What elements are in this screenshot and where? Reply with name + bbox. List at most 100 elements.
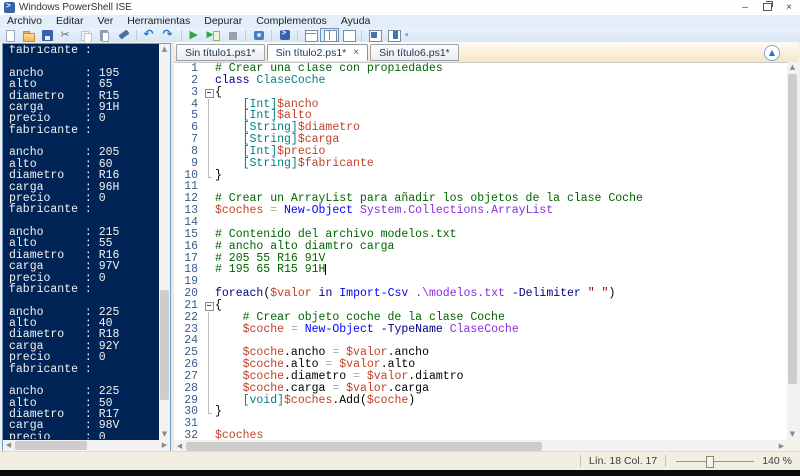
scroll-left-icon[interactable]: ◀	[3, 440, 14, 451]
fold-toggle-icon[interactable]	[203, 87, 215, 99]
toolbar-separator	[136, 29, 137, 41]
close-powershell-tab-button[interactable]	[384, 28, 403, 42]
undo-icon	[143, 27, 157, 42]
powershell-ise-window: Windows PowerShell ISE – × ArchivoEditar…	[0, 0, 800, 476]
tab-3[interactable]: Sin título6.ps1*	[370, 44, 459, 61]
cut-icon	[60, 28, 74, 42]
toolbar-separator	[297, 29, 298, 41]
code-line: 9 [String]$fabricante	[174, 156, 787, 170]
show-script-pane-right-button[interactable]	[320, 28, 339, 42]
console-output[interactable]: fabricante : ancho : 195 alto : 65 diame…	[9, 45, 158, 439]
tab-2[interactable]: Sin título2.ps1* ×	[266, 44, 369, 61]
run-script-button[interactable]	[185, 28, 204, 42]
zoom-slider-thumb[interactable]	[705, 456, 714, 468]
line-number: 4	[191, 97, 198, 111]
cursor-position: Lín. 18 Col. 17	[588, 455, 658, 467]
fold-margin	[203, 394, 215, 407]
show-script-pane-maximized-button[interactable]	[339, 28, 358, 42]
line-number: 8	[191, 144, 198, 158]
code-line: 10}	[174, 168, 787, 182]
run-selection-icon	[207, 29, 221, 42]
start-powershell-exe-button[interactable]	[275, 28, 294, 42]
stop-operation-icon	[226, 29, 240, 42]
tab-1[interactable]: Sin título1.ps1*	[176, 44, 265, 61]
code-text: $coche = New-Object -TypeName ClaseCoche	[242, 322, 519, 336]
fold-margin	[203, 276, 215, 288]
console-pane[interactable]: fabricante : ancho : 195 alto : 65 diame…	[2, 43, 171, 452]
line-number: 5	[191, 109, 198, 123]
stop-operation-button[interactable]	[223, 28, 242, 42]
code-line: 20 foreach($valor in Import-Csv .\modelos…	[174, 288, 787, 300]
fold-toggle-icon[interactable]	[203, 300, 215, 312]
scroll-up-icon[interactable]: ▲	[159, 44, 170, 55]
show-script-pane-top-button[interactable]	[301, 28, 320, 42]
zoom-level: 140 %	[762, 455, 792, 467]
fold-margin	[203, 205, 215, 217]
tab-close-icon[interactable]: ×	[353, 47, 359, 58]
fold-margin	[203, 382, 215, 395]
cut-button[interactable]	[57, 28, 76, 42]
line-number: 7	[191, 133, 198, 147]
scroll-right-icon[interactable]: ▶	[159, 440, 170, 451]
fold-margin	[203, 217, 215, 229]
menu-item-ayuda[interactable]: Ayuda	[334, 15, 378, 28]
fold-margin	[203, 134, 215, 146]
clear-console-pane-icon	[117, 29, 131, 42]
collapse-script-pane-button[interactable]: ▲	[764, 45, 780, 61]
menu-item-complementos[interactable]: Complementos	[249, 15, 334, 28]
editor-vscroll-thumb[interactable]	[788, 74, 797, 384]
zoom-slider[interactable]	[676, 455, 755, 468]
new-script-button[interactable]	[0, 28, 19, 42]
fold-margin	[203, 359, 215, 371]
fold-margin	[203, 122, 215, 134]
console-vertical-scrollbar[interactable]: ▲ ▼	[159, 44, 170, 440]
minimize-button[interactable]: –	[734, 0, 756, 15]
clear-console-pane-button[interactable]	[114, 28, 133, 42]
redo-icon	[162, 27, 176, 42]
code-editor[interactable]: 1 # Crear una clase con propiedades 2 class…	[174, 62, 787, 440]
new-script-icon	[3, 29, 17, 42]
line-number: 9	[191, 156, 198, 170]
toolbar-separator	[361, 29, 362, 41]
copy-button[interactable]	[76, 28, 95, 43]
menu-item-ver[interactable]: Ver	[90, 15, 120, 28]
open-script-button[interactable]	[19, 28, 38, 42]
open-script-icon	[22, 29, 36, 42]
code-line: 18 # 195 65 R15 91H	[174, 264, 787, 276]
toolbar-overflow-button[interactable]: ▾	[405, 31, 409, 39]
show-script-pane-maximized-icon	[342, 29, 356, 42]
show-script-pane-right-icon	[323, 29, 337, 42]
menu-item-herramientas[interactable]: Herramientas	[120, 15, 197, 28]
redo-button[interactable]	[159, 27, 178, 42]
paste-button[interactable]	[95, 28, 114, 42]
console-horizontal-scrollbar[interactable]: ◀ ▶	[3, 440, 170, 451]
console-vscroll-thumb[interactable]	[160, 289, 169, 401]
save-script-icon	[41, 29, 55, 42]
console-hscroll-thumb[interactable]	[15, 441, 87, 450]
new-remote-powershell-tab-button[interactable]	[249, 28, 268, 42]
scroll-down-icon[interactable]: ▼	[159, 429, 170, 440]
new-powershell-tab-button[interactable]	[365, 28, 384, 42]
restore-button[interactable]	[756, 0, 778, 16]
menu-item-editar[interactable]: Editar	[49, 15, 90, 28]
code-text: }	[215, 168, 222, 182]
close-button[interactable]: ×	[778, 0, 800, 15]
fold-margin	[203, 430, 215, 440]
menu-item-archivo[interactable]: Archivo	[0, 15, 49, 28]
toolbar-separator	[245, 29, 246, 41]
code-line: 32 $coches	[174, 430, 787, 440]
scroll-down-icon[interactable]: ▼	[787, 429, 798, 440]
save-script-button[interactable]	[38, 28, 57, 42]
line-number: 32	[184, 429, 198, 440]
scroll-up-icon[interactable]: ▲	[787, 62, 798, 73]
statusbar-separator	[579, 455, 581, 467]
zoom-slider-track[interactable]	[676, 461, 755, 462]
start-powershell-exe-icon	[278, 28, 292, 42]
editor-hscroll-thumb[interactable]	[186, 442, 542, 451]
fold-margin	[203, 157, 215, 170]
menu-item-depurar[interactable]: Depurar	[197, 15, 249, 28]
run-selection-button[interactable]	[204, 28, 223, 42]
undo-button[interactable]	[140, 27, 159, 42]
editor-vertical-scrollbar[interactable]: ▲ ▼	[787, 62, 798, 440]
fold-margin	[203, 193, 215, 205]
